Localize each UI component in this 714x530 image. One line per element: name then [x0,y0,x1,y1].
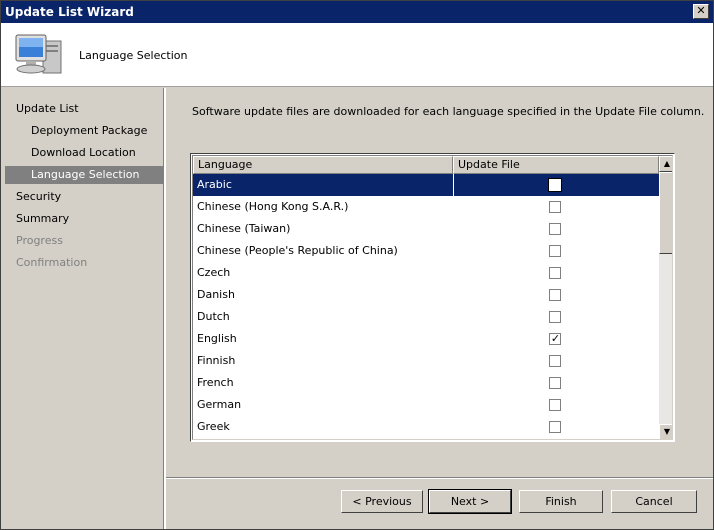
language-label: Dutch [197,310,230,323]
language-list[interactable]: Language Update File Arabic Chinese (Hong… [190,153,675,442]
table-row[interactable]: Arabic [193,174,659,196]
column-separator [453,174,454,196]
language-label: Danish [197,288,235,301]
sidebar-item-deployment-package[interactable]: Deployment Package [1,122,164,140]
language-label: German [197,398,242,411]
table-row[interactable]: German [193,394,659,416]
sidebar-item-progress: Progress [16,234,63,247]
table-row[interactable]: Chinese (Hong Kong S.A.R.) [193,196,659,218]
scroll-down-icon[interactable]: ▼ [659,424,672,439]
language-label: French [197,376,234,389]
language-label: Arabic [197,178,232,191]
previous-button[interactable]: < Previous [341,490,423,513]
update-file-checkbox[interactable] [549,201,561,213]
sidebar-item-download-location[interactable]: Download Location [1,144,164,162]
update-file-checkbox[interactable] [548,178,562,192]
next-button[interactable]: Next > [428,489,512,514]
table-row[interactable]: Chinese (People's Republic of China) [193,240,659,262]
footer-divider [166,477,713,479]
column-header-update-file[interactable]: Update File [453,156,659,174]
language-list-viewport: Language Update File Arabic Chinese (Hong… [192,155,673,440]
table-row[interactable]: Finnish [193,350,659,372]
update-file-checkbox[interactable] [549,223,561,235]
language-rows: Arabic Chinese (Hong Kong S.A.R.) Chinese … [193,174,659,439]
wizard-steps-sidebar: Update List Deployment Package Download … [1,88,164,529]
sidebar-item-language-selection[interactable]: Language Selection [5,166,164,184]
update-file-checkbox[interactable] [549,267,561,279]
table-row[interactable] [193,438,659,439]
checkmark-icon: ✓ [550,332,561,345]
vertical-scrollbar[interactable]: ▲ ▼ [659,156,672,439]
update-file-checkbox[interactable] [549,355,561,367]
scroll-up-icon[interactable]: ▲ [659,156,672,172]
language-label: English [197,332,237,345]
main-content: Software update files are downloaded for… [166,88,713,477]
sidebar-item-update-list[interactable]: Update List [1,100,164,118]
cancel-button[interactable]: Cancel [611,490,697,513]
column-header-language[interactable]: Language [193,156,453,174]
wizard-header: Language Selection [1,23,713,87]
instruction-text: Software update files are downloaded for… [192,105,705,118]
update-file-checkbox[interactable] [549,311,561,323]
language-label: Chinese (People's Republic of China) [197,244,398,257]
sidebar-item-security[interactable]: Security [1,188,164,206]
table-row[interactable]: Dutch [193,306,659,328]
sidebar-item-confirmation: Confirmation [16,256,88,269]
scrollbar-thumb[interactable] [659,172,672,254]
sidebar-item-summary[interactable]: Summary [1,210,164,228]
language-label: Finnish [197,354,236,367]
page-title: Language Selection [79,49,188,62]
language-label: Czech [197,266,231,279]
wizard-window: Update List Wizard ✕ Language Selection … [0,0,714,530]
language-label: Greek [197,420,230,433]
language-label: Chinese (Hong Kong S.A.R.) [197,200,349,213]
update-file-checkbox[interactable] [549,421,561,433]
language-label: Chinese (Taiwan) [197,222,291,235]
update-file-checkbox[interactable]: ✓ [549,332,561,345]
title-bar[interactable]: Update List Wizard ✕ [1,1,713,23]
table-row[interactable]: Chinese (Taiwan) [193,218,659,240]
table-row[interactable]: French [193,372,659,394]
finish-button[interactable]: Finish [519,490,603,513]
update-file-checkbox[interactable] [549,289,561,301]
window-title: Update List Wizard [5,5,134,19]
update-file-checkbox[interactable] [549,245,561,257]
close-button[interactable]: ✕ [693,4,709,19]
table-row[interactable]: English ✓ [193,328,659,350]
update-file-checkbox[interactable] [549,377,561,389]
computer-monitor-icon [15,34,62,74]
table-row[interactable]: Czech [193,262,659,284]
table-row[interactable]: Danish [193,284,659,306]
table-row[interactable]: Greek [193,416,659,438]
update-file-checkbox[interactable] [549,399,561,411]
